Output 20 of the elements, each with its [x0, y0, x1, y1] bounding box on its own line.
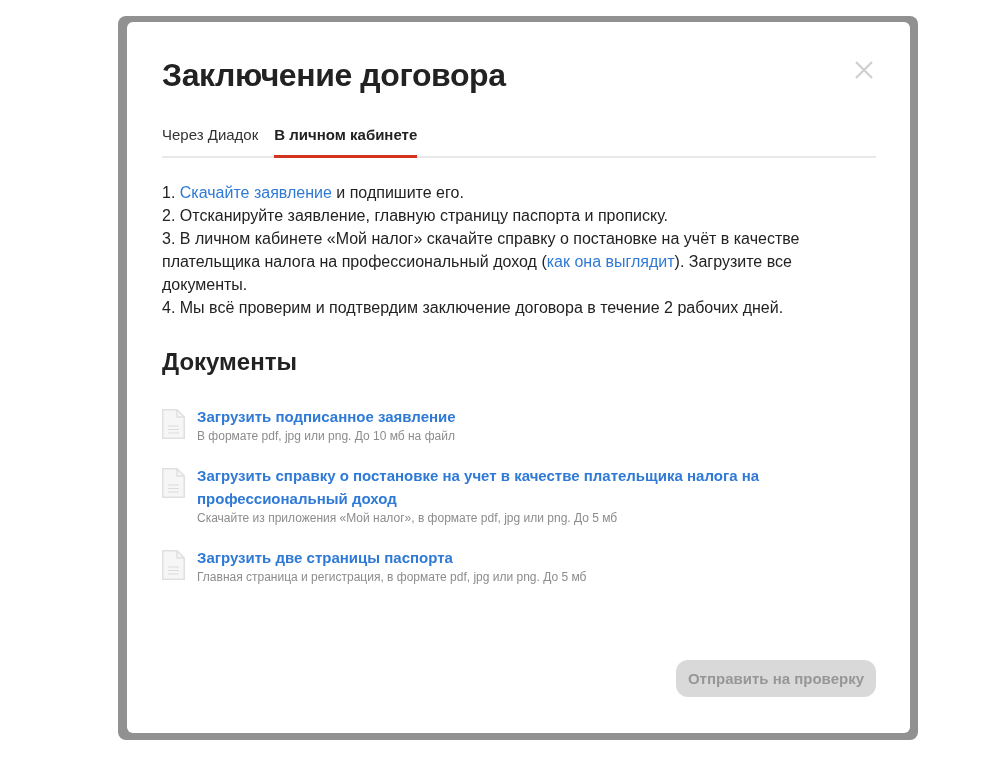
upload-link[interactable]: Загрузить справку о постановке на учет в качестве плательщика налога на профессиональный доход	[197, 464, 817, 510]
section-heading: Документы	[162, 347, 297, 377]
file-format-hint: Скачайте из приложения «Мой налог», в формате pdf, jpg или png. До 5 мб	[197, 510, 618, 527]
tab[interactable]: В личном кабинете	[274, 125, 418, 158]
close-icon[interactable]	[855, 61, 873, 79]
instruction-step: 4. Мы всё проверим и подтвердим заключение договора в течение 2 рабочих дней.	[162, 296, 852, 319]
inline-link[interactable]: как она выглядит	[546, 253, 675, 270]
file-format-hint: Главная страница и регистрация, в формате pdf, jpg или png. До 5 мб	[197, 569, 587, 586]
inline-link[interactable]: Скачайте заявление	[179, 184, 332, 201]
document-icon	[162, 550, 185, 580]
document-icon	[162, 409, 185, 439]
upload-link[interactable]: Загрузить подписанное заявление	[197, 405, 456, 428]
instruction-step: 2. Отсканируйте заявление, главную страницу паспорта и прописку.	[162, 204, 852, 227]
document-icon	[162, 468, 185, 498]
instruction-step: 1. Скачайте заявление и подпишите его.	[162, 181, 852, 204]
tab[interactable]: Через Диадок	[162, 125, 259, 158]
dialog-title: Заключение договора	[162, 56, 506, 95]
upload-link[interactable]: Загрузить две страницы паспорта	[197, 546, 453, 569]
instruction-step: 3. В личном кабинете «Мой налог» скачайте справку о постановке на учёт в качестве плательщика налога на профессиональный доход (как она выглядит). Загрузите все документы.	[162, 227, 852, 296]
file-format-hint: В формате pdf, jpg или png. До 10 мб на файл	[197, 428, 455, 445]
